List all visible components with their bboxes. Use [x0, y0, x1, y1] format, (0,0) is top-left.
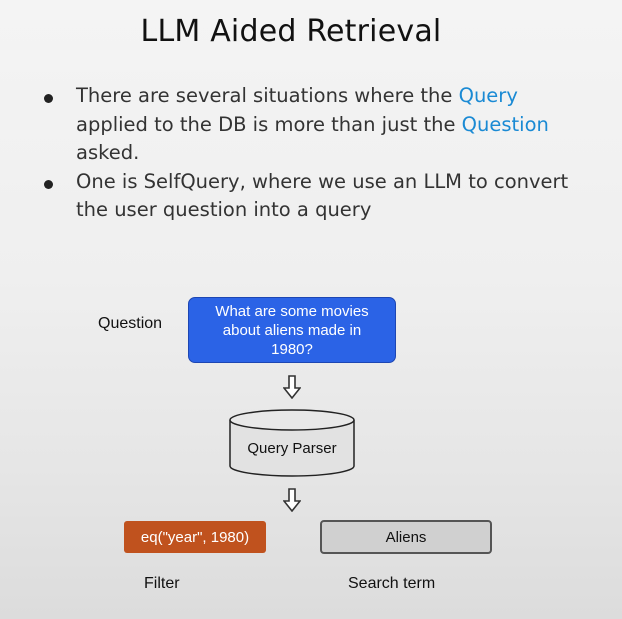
question-box: What are some movies about aliens made i… [188, 297, 396, 363]
bullet-list: There are several situations where the Q… [42, 82, 582, 225]
down-arrow-icon [283, 375, 301, 399]
search-term-box: Aliens [320, 520, 492, 554]
bullet-item: There are several situations where the Q… [42, 82, 582, 168]
bullet-dot-icon [44, 94, 53, 103]
bullet-text: asked. [76, 141, 140, 164]
search-term-label: Search term [348, 575, 436, 592]
slide-title: LLM Aided Retrieval [140, 14, 442, 49]
query-parser-label: Query Parser [247, 440, 337, 457]
bullet-text: There are several situations where the [76, 84, 459, 107]
bullet-item: One is SelfQuery, where we use an LLM to… [42, 168, 582, 225]
highlight-query: Query [458, 84, 518, 107]
question-label: Question [98, 315, 163, 332]
bullet-text: applied to the DB is more than just the [76, 112, 462, 136]
highlight-question: Question [461, 112, 549, 136]
bullet-text: One is SelfQuery, where we use an LLM to… [76, 169, 569, 222]
filter-box: eq("year", 1980) [124, 521, 266, 553]
filter-label: Filter [144, 575, 180, 592]
down-arrow-icon [283, 488, 301, 512]
bullet-dot-icon [44, 179, 53, 189]
